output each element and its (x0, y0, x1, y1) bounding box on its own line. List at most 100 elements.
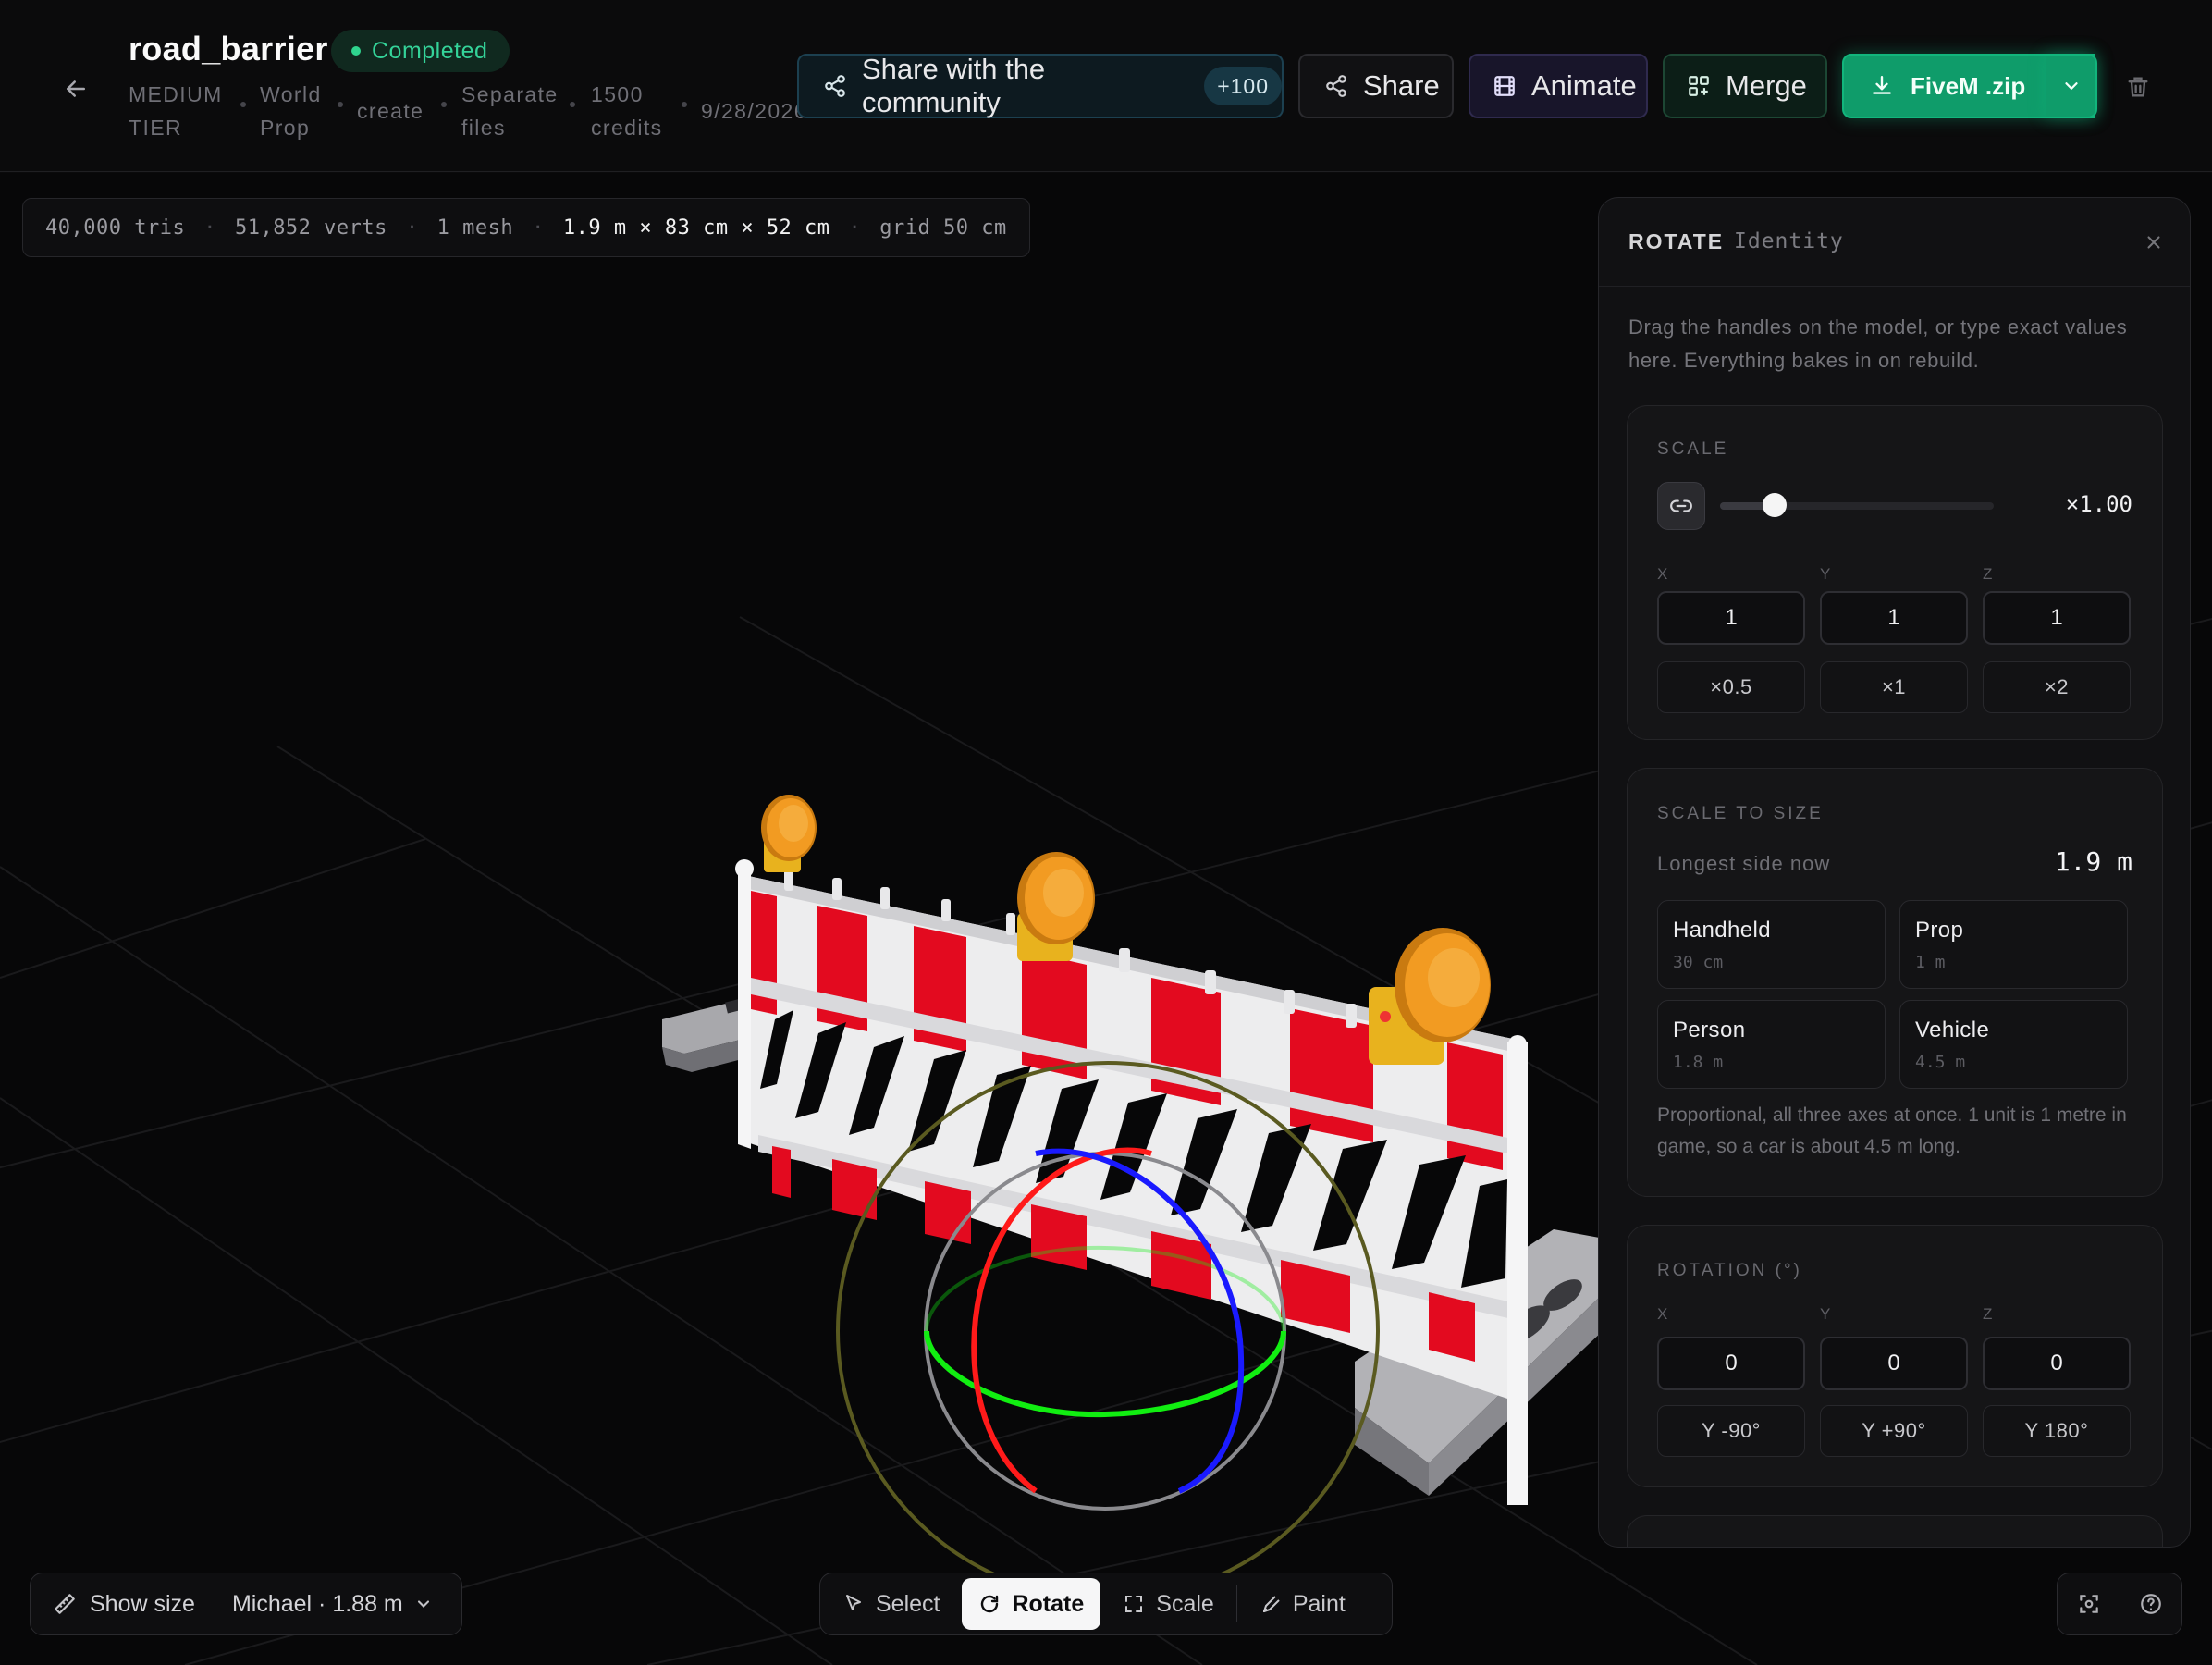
preset-person[interactable]: Person 1.8 m (1657, 1000, 1886, 1089)
rotation-y-input[interactable]: 0 (1820, 1337, 1968, 1390)
scale-double-chip[interactable]: ×2 (1983, 661, 2131, 713)
preset-handheld[interactable]: Handheld 30 cm (1657, 900, 1886, 989)
scale-slider-thumb[interactable] (1763, 493, 1788, 517)
panel-header: ROTATE Identity (1599, 198, 2190, 287)
merge-button[interactable]: Merge (1663, 54, 1827, 118)
rotate-y-plus-90-chip[interactable]: Y +90° (1820, 1405, 1968, 1457)
ruler-icon (55, 1594, 75, 1614)
person-reference-label: Michael · 1.88 m (231, 1590, 403, 1617)
select-tool-button[interactable]: Select (826, 1578, 956, 1630)
animate-label: Animate (1531, 69, 1637, 102)
preset-prop-size: 1 m (1915, 953, 1946, 972)
share-community-label: Share with the community (862, 53, 1046, 118)
meta-separator (338, 102, 343, 107)
meta-mode: create (357, 99, 424, 123)
rotate-y-180-chip[interactable]: Y 180° (1983, 1405, 2131, 1457)
meta-category: World Prop (260, 78, 322, 144)
meta-tier-line1: MEDIUM (129, 82, 223, 106)
rotation-label: ROTATION (°) (1657, 1261, 1802, 1280)
focus-view-button[interactable] (2067, 1582, 2111, 1626)
scale-tool-label: Scale (1156, 1590, 1214, 1617)
brush-icon (1262, 1596, 1280, 1612)
scale-card: SCALE ×1.00 X Y Z 1 1 1 ×0.5 ×1 ×2 (1627, 405, 2163, 740)
meta-credits: 1500 credits (591, 78, 663, 144)
trash-icon (2128, 77, 2148, 97)
stat-grid: grid 50 cm (879, 216, 1007, 240)
panel-subtitle: Identity (1734, 229, 1844, 253)
scale-half-chip[interactable]: ×0.5 (1657, 661, 1805, 713)
preset-vehicle[interactable]: Vehicle 4.5 m (1899, 1000, 2128, 1089)
panel-title: ROTATE (1628, 229, 1725, 253)
scale-axis-x-label: X (1657, 565, 1669, 583)
meta-files: Separate files (461, 78, 559, 144)
rotate-tool-label: Rotate (1012, 1590, 1085, 1617)
scale-note: Proportional, all three axes at once. 1 … (1657, 1104, 2127, 1157)
preset-handheld-size: 30 cm (1673, 953, 1724, 972)
meta-separator (570, 102, 575, 107)
stat-separator: · (532, 216, 545, 240)
preset-vehicle-name: Vehicle (1915, 1018, 1990, 1042)
show-size-toggle[interactable]: Show size (31, 1573, 195, 1634)
scale-tool-button[interactable]: Scale (1106, 1578, 1231, 1630)
cursor-icon (846, 1595, 861, 1610)
share-nodes-icon (825, 75, 845, 97)
download-options-button[interactable] (2046, 54, 2097, 118)
select-tool-label: Select (876, 1590, 940, 1617)
meta-tier-line2: TIER (129, 116, 182, 140)
share-button[interactable]: Share (1298, 54, 1454, 118)
meta-separator (682, 102, 687, 107)
scale-x-input[interactable]: 1 (1657, 591, 1805, 645)
transform-panel: ROTATE Identity Drag the handles on the … (1598, 197, 2191, 1548)
link-axes-toggle[interactable] (1657, 482, 1705, 530)
film-icon (1494, 76, 1515, 96)
scale-y-input[interactable]: 1 (1820, 591, 1968, 645)
meta-files-line2: files (461, 116, 506, 140)
longest-side-value: 1.9 m (2054, 846, 2132, 877)
show-size-label: Show size (90, 1590, 195, 1617)
meta-tier: MEDIUM TIER (129, 78, 223, 144)
meta-credits-line1: 1500 (591, 82, 644, 106)
scale-z-input[interactable]: 1 (1983, 591, 2131, 645)
rotate-icon (981, 1595, 999, 1613)
scale-slider[interactable] (1720, 493, 1994, 517)
rotate-tool-button[interactable]: Rotate (962, 1578, 1101, 1630)
delete-button[interactable] (2118, 67, 2158, 107)
toolbar-divider (1235, 1585, 1237, 1622)
meta-separator (441, 102, 447, 107)
warning-lamp-middle (1017, 852, 1095, 961)
stat-separator: · (848, 216, 862, 240)
merge-grid-icon (1689, 76, 1709, 96)
rotation-axis-x-label: X (1657, 1305, 1669, 1323)
scale-axis-z-label: Z (1983, 565, 1994, 583)
size-reference-toolbar: Show size Michael · 1.88 m (30, 1572, 462, 1635)
arrow-left-icon (67, 80, 85, 97)
meta-files-line1: Separate (461, 82, 559, 106)
stat-verts: 51,852 verts (234, 216, 387, 240)
rotate-y-minus-90-chip[interactable]: Y -90° (1657, 1405, 1805, 1457)
help-button[interactable] (2129, 1582, 2173, 1626)
close-icon (2147, 236, 2160, 249)
scale-one-chip[interactable]: ×1 (1820, 661, 1968, 713)
scale-label: SCALE (1657, 439, 1729, 459)
stat-separator: · (203, 216, 216, 240)
paint-tool-button[interactable]: Paint (1243, 1578, 1362, 1630)
stat-separator: · (405, 216, 419, 240)
back-button[interactable] (54, 67, 98, 111)
close-panel-button[interactable] (2139, 228, 2169, 257)
person-reference-select[interactable]: Michael · 1.88 m (232, 1591, 433, 1618)
rotation-axis-y-label: Y (1820, 1305, 1832, 1323)
stat-tris: 40,000 tris (45, 216, 186, 240)
share-label: Share (1363, 69, 1440, 102)
rotation-z-input[interactable]: 0 (1983, 1337, 2131, 1390)
rotation-card: ROTATION (°) X Y Z 0 0 0 Y -90° Y +90° Y… (1627, 1225, 2163, 1487)
rotation-x-input[interactable]: 0 (1657, 1337, 1805, 1390)
share-community-button[interactable]: Share with the community +100 (797, 53, 1284, 118)
next-section-card (1627, 1515, 2163, 1547)
preset-prop[interactable]: Prop 1 m (1899, 900, 2128, 989)
animate-button[interactable]: Animate (1469, 54, 1648, 118)
download-icon (1873, 76, 1891, 94)
meta-credits-line2: credits (591, 116, 663, 140)
header-bar: road_barrier Completed MEDIUM TIER World… (0, 0, 2212, 172)
meta-category-line1: World (260, 82, 322, 106)
meta-category-line2: Prop (260, 116, 311, 140)
